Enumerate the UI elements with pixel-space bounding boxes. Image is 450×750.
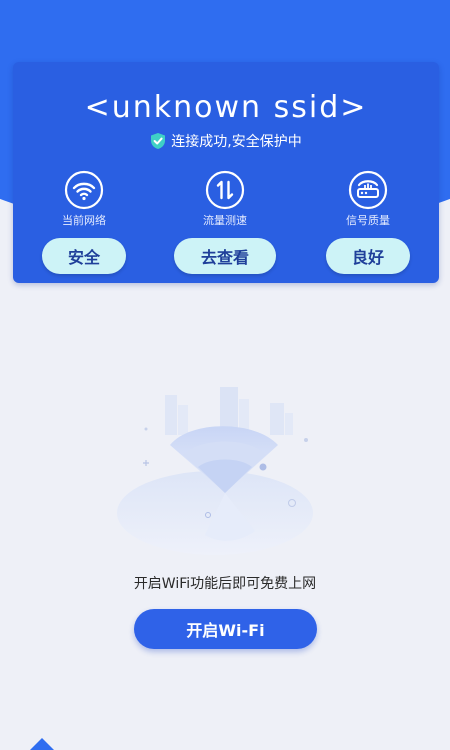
wifi-icon xyxy=(64,170,104,210)
metric-signal-quality: 信号质量 良好 xyxy=(308,170,428,274)
wifi-off-illustration xyxy=(110,385,340,565)
bottom-indicator xyxy=(30,738,54,750)
speed-arrows-icon xyxy=(205,170,245,210)
ssid-title: <unknown ssid> xyxy=(84,90,368,125)
network-safety-badge[interactable]: 安全 xyxy=(42,238,126,274)
connection-status: 连接成功,安全保护中 xyxy=(13,131,439,151)
wifi-hint-text: 开启WiFi功能后即可免费上网 xyxy=(133,576,317,592)
signal-router-icon xyxy=(348,170,388,210)
metric-speed-test: 流量测速 去查看 xyxy=(165,170,285,274)
metric-current-network: 当前网络 安全 xyxy=(24,170,144,274)
enable-wifi-button[interactable]: 开启Wi-Fi xyxy=(134,609,317,649)
shield-check-icon xyxy=(150,132,166,150)
signal-quality-badge[interactable]: 良好 xyxy=(326,238,410,274)
metric-label: 信号质量 xyxy=(346,214,390,227)
connection-status-text: 连接成功,安全保护中 xyxy=(171,134,302,150)
metric-label: 流量测速 xyxy=(203,214,247,227)
metric-label: 当前网络 xyxy=(62,214,106,227)
view-speed-button[interactable]: 去查看 xyxy=(174,238,276,274)
network-card: <unknown ssid> 连接成功,安全保护中 当前网络 安全 流量测速 去… xyxy=(13,62,439,283)
wifi-screen: <unknown ssid> 连接成功,安全保护中 当前网络 安全 流量测速 去… xyxy=(0,0,450,750)
